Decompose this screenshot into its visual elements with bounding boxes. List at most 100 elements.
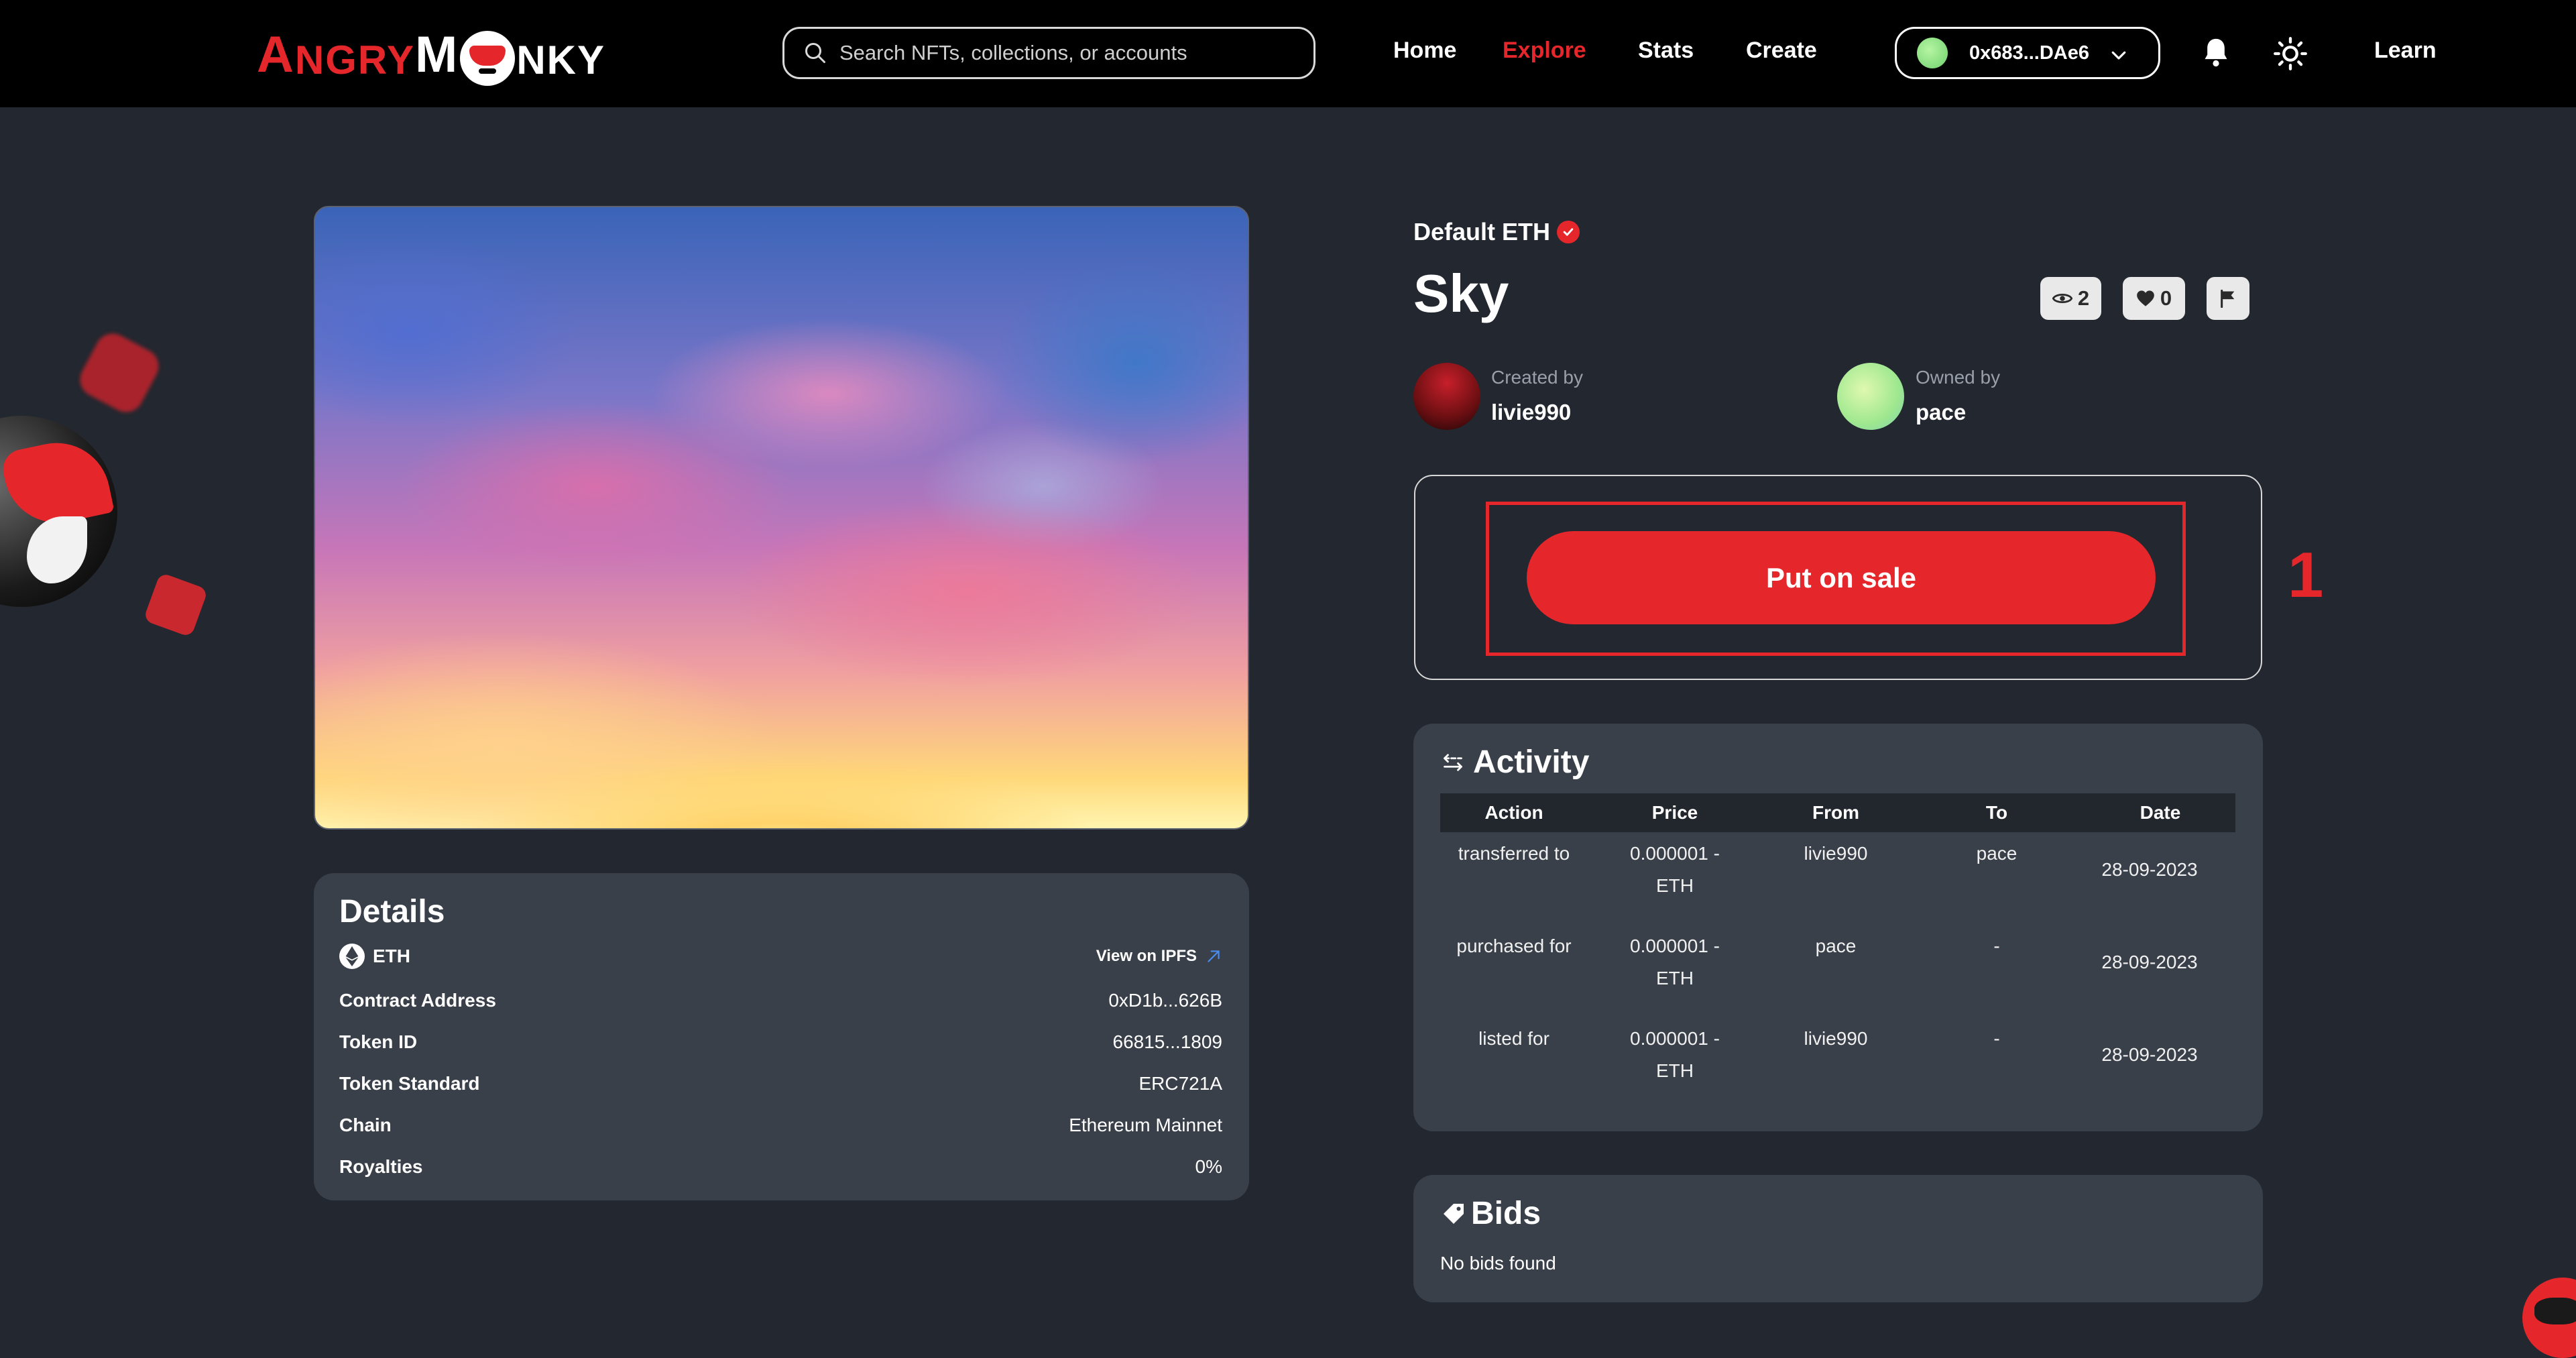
details-currency-row: ETH View on IPFS (339, 943, 1222, 970)
wallet-avatar (1917, 38, 1948, 68)
column-header-date: Date (2140, 802, 2181, 823)
activity-to: - (1993, 1028, 2000, 1049)
eye-icon (2052, 294, 2072, 303)
activity-action: purchased for (1456, 936, 1572, 956)
collection-label: Default ETH (1413, 218, 1551, 245)
report-button[interactable] (2207, 277, 2249, 320)
verified-icon (1557, 221, 1580, 243)
external-link-icon (1208, 950, 1220, 962)
nav-stats[interactable]: Stats (1638, 39, 1694, 62)
details-row-label: Token ID (339, 1031, 418, 1052)
ipfs-label: View on IPFS (1096, 947, 1197, 965)
eth-icon (339, 944, 365, 969)
nav-home[interactable]: Home (1393, 39, 1456, 62)
details-row-label: Token Standard (339, 1073, 480, 1094)
column-header-from: From (1812, 802, 1859, 823)
creator-avatar[interactable] (1413, 363, 1480, 430)
tag-icon (1444, 1204, 1464, 1224)
logo-text-ngry: NGRY (294, 38, 416, 82)
details-row-label: Contract Address (339, 990, 496, 1011)
monkey-face-icon (460, 31, 516, 86)
flag-icon (2221, 289, 2235, 308)
details-card: Details ETH View on IPFS Contract Addres… (314, 873, 1249, 1200)
created-by-label: Created by (1491, 367, 1583, 388)
logo-text-nky: NKY (516, 38, 606, 82)
column-header-action: Action (1484, 802, 1543, 823)
details-row-label: Chain (339, 1115, 392, 1135)
put-on-sale-button[interactable]: Put on sale (1527, 531, 2156, 624)
activity-to[interactable]: pace (1936, 838, 2057, 870)
sun-icon[interactable] (2273, 36, 2308, 71)
red-cube-decoration-small (143, 572, 209, 638)
likes-value: 0 (2160, 286, 2172, 310)
activity-action: transferred to (1458, 843, 1570, 864)
details-row-contract: Contract Address 0xD1b...626B (339, 987, 1222, 1014)
details-row-token-standard: Token Standard ERC721A (339, 1070, 1222, 1097)
activity-title: Activity (1473, 744, 1590, 780)
bids-title: Bids (1471, 1196, 1541, 1231)
activity-action: listed for (1478, 1028, 1549, 1049)
activity-price-unit: ETH (1656, 968, 1694, 988)
details-row-token-id: Token ID 66815...1809 (339, 1029, 1222, 1056)
activity-from[interactable]: livie990 (1775, 838, 1896, 870)
bids-card: Bids No bids found (1413, 1175, 2263, 1302)
owner-avatar[interactable] (1837, 363, 1904, 430)
search-icon (805, 43, 825, 63)
nav-explore[interactable]: Explore (1503, 39, 1586, 62)
like-button[interactable]: 0 (2123, 277, 2185, 320)
details-row-value: Ethereum Mainnet (1069, 1115, 1222, 1135)
details-row-chain: Chain Ethereum Mainnet (339, 1112, 1222, 1139)
wallet-address: 0x683...DAe6 (1969, 42, 2089, 64)
wallet-button[interactable]: 0x683...DAe6 (1895, 27, 2160, 79)
creator-name[interactable]: livie990 (1491, 401, 1571, 423)
collection-name[interactable]: Default ETH (1413, 218, 1580, 246)
details-row-value: 0% (1195, 1156, 1222, 1177)
no-bids-text: No bids found (1440, 1253, 1556, 1274)
activity-price: 0.000001 - (1630, 1028, 1720, 1049)
activity-from[interactable]: pace (1775, 930, 1896, 962)
details-row-royalties: Royalties 0% (339, 1153, 1222, 1180)
details-row-value[interactable]: 0xD1b...626B (1108, 990, 1222, 1011)
views-value: 2 (2077, 286, 2090, 310)
owner-name[interactable]: pace (1916, 401, 1966, 423)
details-row-value: ERC721A (1138, 1073, 1222, 1094)
swap-arrows-icon (1444, 754, 1462, 771)
views-count: 2 (2040, 277, 2101, 320)
heart-icon (2137, 290, 2154, 306)
activity-price: 0.000001 - (1630, 843, 1720, 864)
details-title: Details (339, 894, 445, 929)
activity-from[interactable]: livie990 (1775, 1023, 1896, 1055)
nft-image[interactable] (314, 206, 1249, 830)
column-header-price: Price (1651, 802, 1698, 823)
logo-letter-m: M (415, 26, 459, 83)
search-bar[interactable] (782, 27, 1315, 79)
red-cube-decoration (74, 327, 165, 418)
details-row-value: 66815...1809 (1112, 1031, 1223, 1052)
annotation-number: 1 (2288, 539, 2324, 611)
activity-to: - (1993, 936, 2000, 956)
owned-by-label: Owned by (1916, 367, 2001, 388)
logo-letter-a: A (257, 26, 295, 83)
monkey-corner-decoration (2522, 1278, 2576, 1358)
search-input[interactable] (838, 40, 1294, 66)
activity-date: 28-09-2023 (2101, 952, 2198, 972)
nav-create[interactable]: Create (1746, 39, 1817, 62)
angrymonky-logo[interactable]: A NGRY M NKY (257, 26, 606, 86)
chevron-down-icon (2111, 51, 2126, 60)
details-row-label: Royalties (339, 1156, 423, 1177)
activity-price: 0.000001 - (1630, 936, 1720, 956)
monkey-ball-decoration (0, 416, 117, 607)
activity-date: 28-09-2023 (2101, 859, 2198, 880)
bell-icon[interactable] (2201, 36, 2231, 68)
column-header-to: To (1985, 802, 2008, 823)
top-navigation-bar: A NGRY M NKY Home Explore Stats Create 0… (0, 0, 2576, 107)
currency-label: ETH (373, 946, 410, 966)
nav-learn[interactable]: Learn (2374, 39, 2437, 62)
currency-label-wrap: ETH (339, 944, 410, 969)
activity-price-unit: ETH (1656, 875, 1694, 896)
activity-price-unit: ETH (1656, 1060, 1694, 1081)
nft-title: Sky (1413, 264, 1509, 323)
view-on-ipfs-link[interactable]: View on IPFS (1096, 947, 1222, 966)
activity-table-header: Action Price From To Date (1440, 793, 2235, 832)
activity-card: Activity Action Price From To Date trans… (1413, 724, 2263, 1131)
